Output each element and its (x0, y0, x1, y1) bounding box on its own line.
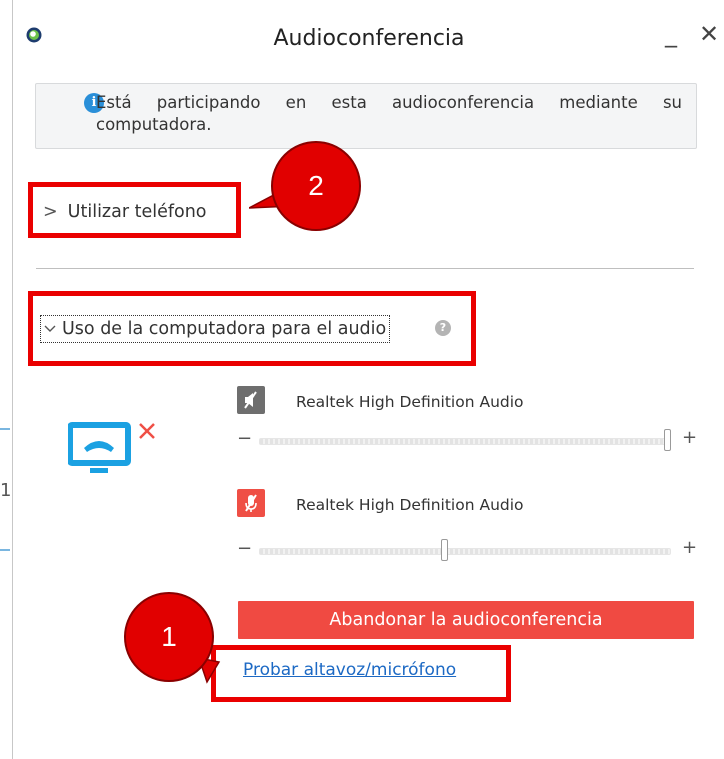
volume-plus-icon: + (682, 427, 698, 448)
volume-minus-icon: − (237, 428, 253, 449)
microphone-muted-glyph-icon (245, 494, 257, 512)
microphone-device-label: Realtek High Definition Audio (296, 496, 524, 514)
computer-audio-disconnected-icon (68, 422, 155, 473)
microphone-muted-icon[interactable] (237, 489, 265, 517)
close-button[interactable]: ✕ (699, 22, 719, 46)
speaker-volume-thumb[interactable] (664, 429, 671, 451)
volume-minus-icon: − (237, 538, 253, 559)
background-window-edge: 1 (0, 0, 12, 759)
speaker-muted-glyph-icon (244, 391, 257, 409)
audio-conference-window: Audioconferencia _ ✕ i Está participando… (12, 0, 724, 759)
highlight-box-test-link (211, 645, 511, 702)
info-message-text: Está participando en esta audioconferenc… (96, 93, 682, 134)
speaker-volume-slider[interactable]: − + (237, 427, 698, 451)
microphone-volume-thumb[interactable] (441, 539, 449, 561)
microphone-volume-track[interactable] (259, 548, 671, 555)
callout-badge-1: 1 (124, 592, 214, 682)
section-divider (36, 268, 694, 269)
leave-conference-button[interactable]: Abandonar la audioconferencia (238, 601, 694, 639)
volume-plus-icon: + (682, 537, 698, 558)
speaker-muted-icon[interactable] (237, 386, 265, 414)
microphone-volume-slider[interactable]: − + (237, 537, 698, 561)
window-title: Audioconferencia (273, 26, 465, 51)
title-bar[interactable]: Audioconferencia _ ✕ (13, 0, 724, 70)
speaker-volume-track[interactable] (259, 438, 671, 445)
highlight-box-computer-audio (28, 291, 476, 366)
highlight-box-phone (28, 182, 241, 238)
minimize-button[interactable]: _ (665, 22, 677, 46)
callout-badge-2: 2 (271, 141, 361, 231)
background-divider (0, 549, 10, 551)
background-text: 1 (0, 480, 12, 501)
speaker-device-label: Realtek High Definition Audio (296, 393, 524, 411)
background-divider (0, 428, 10, 430)
info-message: Está participando en esta audioconferenc… (96, 92, 682, 136)
